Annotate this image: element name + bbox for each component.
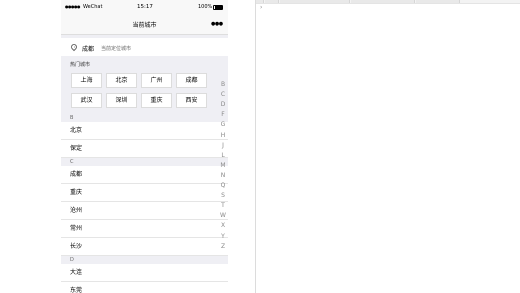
city-name: 沧州 (70, 207, 83, 214)
city-name: 成都 (70, 171, 83, 178)
status-time: 15:17 (137, 3, 153, 10)
index-letter[interactable]: B (219, 81, 227, 88)
index-letter[interactable]: Y (219, 233, 227, 240)
carrier-label: WeChat (83, 4, 103, 10)
city-row[interactable]: 沧州 (61, 202, 228, 220)
index-letter[interactable]: Z (219, 243, 227, 250)
hot-city-button[interactable]: 武汉 (71, 93, 102, 108)
battery-percent: 100% (198, 4, 213, 10)
page-title: 当前城市 (132, 22, 157, 29)
index-letter[interactable]: G (219, 121, 227, 128)
index-letter[interactable]: T (219, 202, 227, 209)
city-name: 大连 (70, 269, 83, 276)
section-header: C (61, 158, 228, 166)
battery-icon (213, 4, 223, 10)
battery-fill (214, 6, 223, 9)
index-letter[interactable]: L (219, 152, 227, 159)
index-letter[interactable]: J (219, 142, 227, 149)
hot-city-button[interactable]: 深圳 (106, 93, 137, 108)
hot-city-button[interactable]: 西安 (176, 93, 207, 108)
city-name: 保定 (70, 145, 83, 152)
console-prompt-caret: › (260, 4, 263, 11)
index-letter[interactable]: N (219, 172, 227, 179)
current-city-subtitle: 当前定位城市 (101, 46, 132, 52)
city-name: 常州 (70, 225, 83, 232)
city-row[interactable]: 长沙 (61, 238, 228, 256)
devtools-tab[interactable] (280, 0, 350, 3)
status-bar: ●●●●● WeChat 15:17 100% (61, 0, 228, 13)
city-row[interactable]: 重庆 (61, 184, 228, 202)
index-letter[interactable]: Q (219, 182, 227, 189)
index-letter[interactable]: M (219, 162, 227, 169)
city-name: 东莞 (70, 287, 83, 293)
current-city-name: 成都 (82, 46, 95, 53)
city-row[interactable]: 保定 (61, 140, 228, 158)
location-pin-icon (69, 42, 79, 52)
city-name: 重庆 (70, 189, 83, 196)
city-row[interactable]: 常州 (61, 220, 228, 238)
index-letter[interactable]: X (219, 222, 227, 229)
devtools-tab[interactable] (256, 0, 264, 3)
city-row[interactable]: 东莞 (61, 282, 228, 293)
index-letter[interactable]: S (219, 192, 227, 199)
signal-icon: ●●●●● (65, 4, 80, 9)
city-row[interactable]: 大连 (61, 264, 228, 282)
section-header: D (61, 256, 228, 264)
devtools-tab[interactable] (265, 0, 279, 3)
index-letter[interactable]: H (219, 132, 227, 139)
section-header: B (61, 114, 228, 122)
hot-city-button[interactable]: 成都 (176, 73, 207, 88)
current-city-row[interactable]: 成都 当前定位城市 (61, 38, 228, 56)
left-gutter (0, 0, 56, 293)
more-menu-icon[interactable]: ●●● (211, 21, 223, 27)
devtools-panel: › (256, 0, 520, 293)
right-gutter (228, 0, 256, 293)
hot-city-button[interactable]: 重庆 (141, 93, 172, 108)
city-name: 北京 (70, 127, 83, 134)
devtools-toolbar (256, 0, 520, 4)
hot-city-button[interactable]: 广州 (141, 73, 172, 88)
city-row[interactable]: 北京 (61, 122, 228, 140)
devtools-tab[interactable] (351, 0, 415, 3)
hot-city-button[interactable]: 上海 (71, 73, 102, 88)
city-name: 长沙 (70, 243, 83, 250)
index-letter[interactable]: W (219, 212, 227, 219)
navigation-bar: 当前城市 ●●● (61, 13, 228, 35)
hot-city-button[interactable]: 北京 (106, 73, 137, 88)
phone-simulator: ●●●●● WeChat 15:17 100% 当前城市 ●●● 成都 当前定位… (61, 0, 228, 293)
index-letter[interactable]: C (219, 91, 227, 98)
index-letter[interactable]: D (219, 101, 227, 108)
devtools-tab[interactable] (416, 0, 460, 3)
hot-cities-label: 热门城市 (70, 62, 91, 68)
index-letter[interactable]: F (219, 111, 227, 118)
city-row[interactable]: 成都 (61, 166, 228, 184)
